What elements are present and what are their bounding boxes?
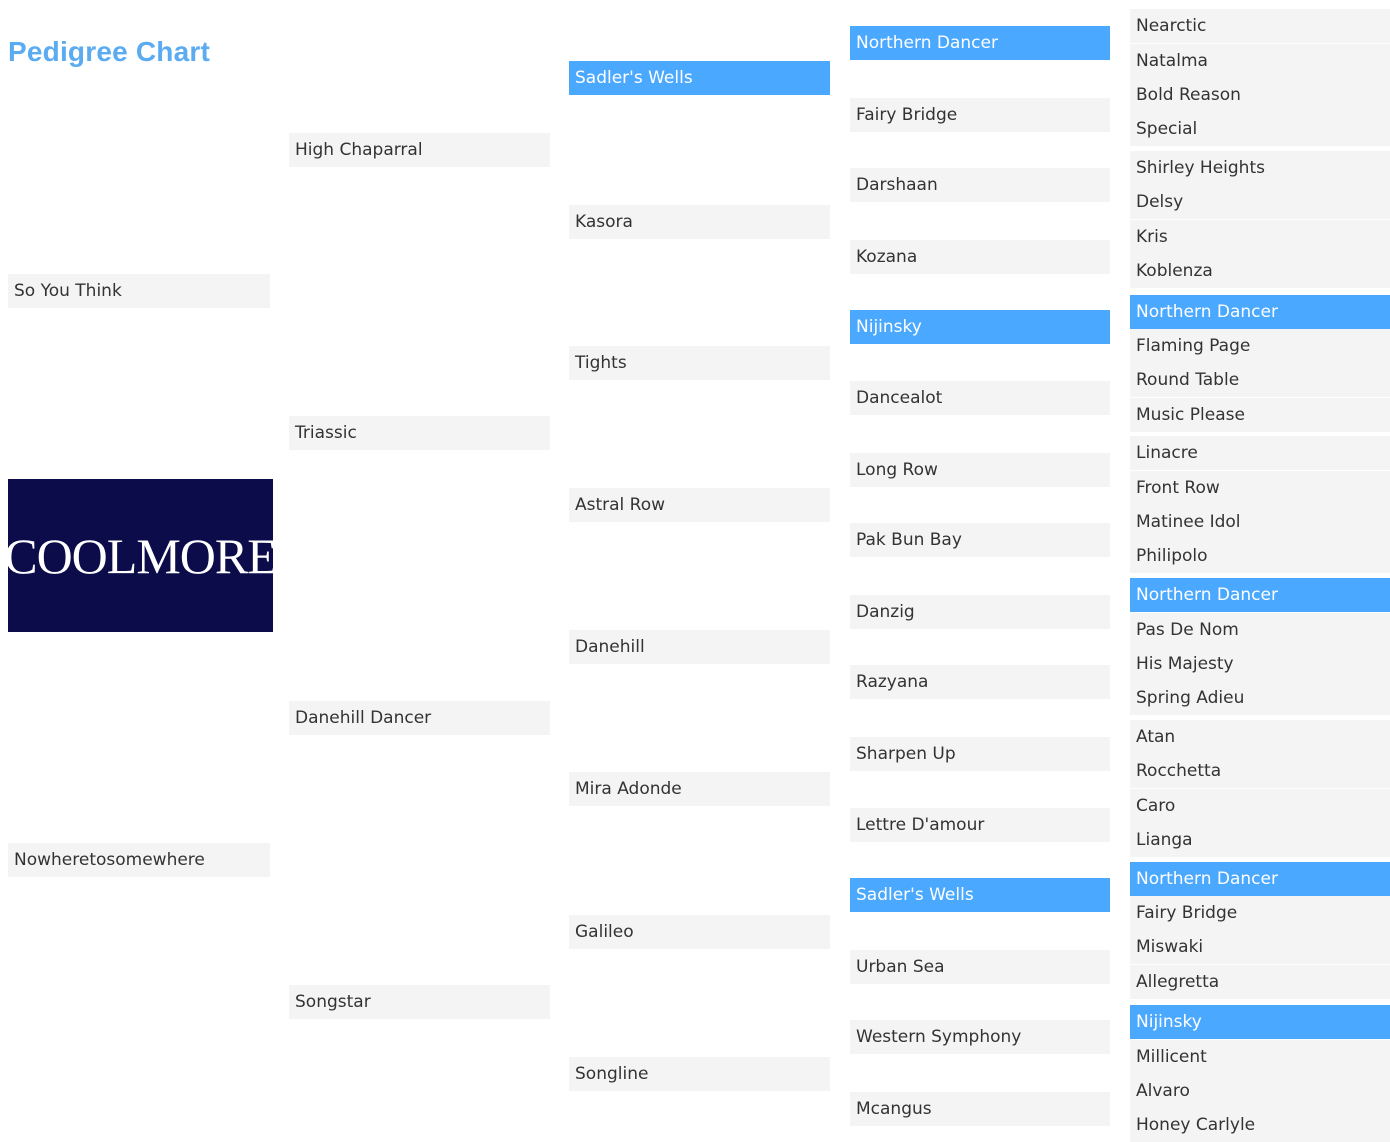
gen5-horse-cell[interactable]: Northern Dancer [1130,862,1390,896]
gen5-horse-cell[interactable]: Natalma [1130,44,1390,78]
gen5-horse-cell[interactable]: Fairy Bridge [1130,896,1390,930]
coolmore-logo: COOLMORE [4,479,278,632]
generation-2-column: High Chaparral Triassic Danehill Dancer Son… [289,0,550,1135]
gen5-horse-cell[interactable]: Matinee Idol [1130,505,1390,539]
gen5-horse-cell[interactable]: Spring Adieu [1130,681,1390,715]
gen5-horse-cell[interactable]: Lianga [1130,823,1390,857]
gen4-horse-cell[interactable]: Razyana [850,665,1110,699]
gen5-horse-cell[interactable]: Linacre [1130,436,1390,470]
gen3-horse-cell[interactable]: Danehill [569,630,830,664]
gen5-horse-cell[interactable]: Flaming Page [1130,329,1390,363]
gen5-horse-cell[interactable]: Nijinsky [1130,1005,1390,1039]
gen5-horse-cell[interactable]: Front Row [1130,471,1390,505]
gen3-horse-cell[interactable]: Tights [569,346,830,380]
gen4-horse-cell[interactable]: Danzig [850,595,1110,629]
generation-5-column: Nearctic Natalma Bold Reason Special Shirley… [1130,0,1390,1142]
gen4-horse-cell[interactable]: Sadler's Wells [850,878,1110,912]
gen5-horse-cell[interactable]: Northern Dancer [1130,578,1390,612]
gen5-horse-cell[interactable]: Nearctic [1130,9,1390,43]
gen4-horse-cell[interactable]: Mcangus [850,1092,1110,1126]
gen4-horse-cell[interactable]: Fairy Bridge [850,98,1110,132]
gen3-horse-cell[interactable]: Sadler's Wells [569,61,830,95]
gen5-horse-cell[interactable]: Honey Carlyle [1130,1108,1390,1142]
gen4-horse-cell[interactable]: Darshaan [850,168,1110,202]
generation-3-column: Sadler's Wells Kasora Tights Astral Row Dane… [569,0,830,1135]
gen5-horse-cell[interactable]: Shirley Heights [1130,151,1390,185]
gen4-horse-cell[interactable]: Urban Sea [850,950,1110,984]
gen4-horse-cell[interactable]: Nijinsky [850,310,1110,344]
gen5-horse-cell[interactable]: Music Please [1130,398,1390,432]
gen5-horse-cell[interactable]: Caro [1130,789,1390,823]
gen4-horse-cell[interactable]: Long Row [850,453,1110,487]
gen5-horse-cell[interactable]: Atan [1130,720,1390,754]
gen5-horse-cell[interactable]: Rocchetta [1130,754,1390,788]
gen1-horse-cell[interactable]: So You Think [8,274,270,308]
gen5-horse-cell[interactable]: Northern Dancer [1130,295,1390,329]
gen5-horse-cell[interactable]: Koblenza [1130,254,1390,288]
gen5-horse-cell[interactable]: Alvaro [1130,1074,1390,1108]
gen4-horse-cell[interactable]: Western Symphony [850,1020,1110,1054]
gen5-horse-cell[interactable]: Special [1130,112,1390,146]
gen3-horse-cell[interactable]: Kasora [569,205,830,239]
gen5-horse-cell[interactable]: Bold Reason [1130,78,1390,112]
gen4-horse-cell[interactable]: Kozana [850,240,1110,274]
gen5-horse-cell[interactable]: Delsy [1130,185,1390,219]
gen4-horse-cell[interactable]: Lettre D'amour [850,808,1110,842]
gen5-horse-cell[interactable]: Millicent [1130,1040,1390,1074]
gen2-horse-cell[interactable]: High Chaparral [289,133,550,167]
gen5-horse-cell[interactable]: Pas De Nom [1130,613,1390,647]
gen4-horse-cell[interactable]: Dancealot [850,381,1110,415]
gen2-horse-cell[interactable]: Triassic [289,416,550,450]
gen5-horse-cell[interactable]: His Majesty [1130,647,1390,681]
gen3-horse-cell[interactable]: Astral Row [569,488,830,522]
gen5-horse-cell[interactable]: Philipolo [1130,539,1390,573]
gen3-horse-cell[interactable]: Songline [569,1057,830,1091]
gen5-horse-cell[interactable]: Round Table [1130,363,1390,397]
gen1-horse-cell[interactable]: Nowheretosomewhere [8,843,270,877]
gen2-horse-cell[interactable]: Danehill Dancer [289,701,550,735]
gen5-horse-cell[interactable]: Miswaki [1130,930,1390,964]
gen2-horse-cell[interactable]: Songstar [289,985,550,1019]
gen4-horse-cell[interactable]: Northern Dancer [850,26,1110,60]
gen4-horse-cell[interactable]: Sharpen Up [850,737,1110,771]
gen4-horse-cell[interactable]: Pak Bun Bay [850,523,1110,557]
gen5-horse-cell[interactable]: Kris [1130,220,1390,254]
gen3-horse-cell[interactable]: Galileo [569,915,830,949]
generation-4-column: Northern Dancer Fairy Bridge Darshaan Kozan… [850,0,1110,1135]
gen3-horse-cell[interactable]: Mira Adonde [569,772,830,806]
gen5-horse-cell[interactable]: Allegretta [1130,965,1390,999]
